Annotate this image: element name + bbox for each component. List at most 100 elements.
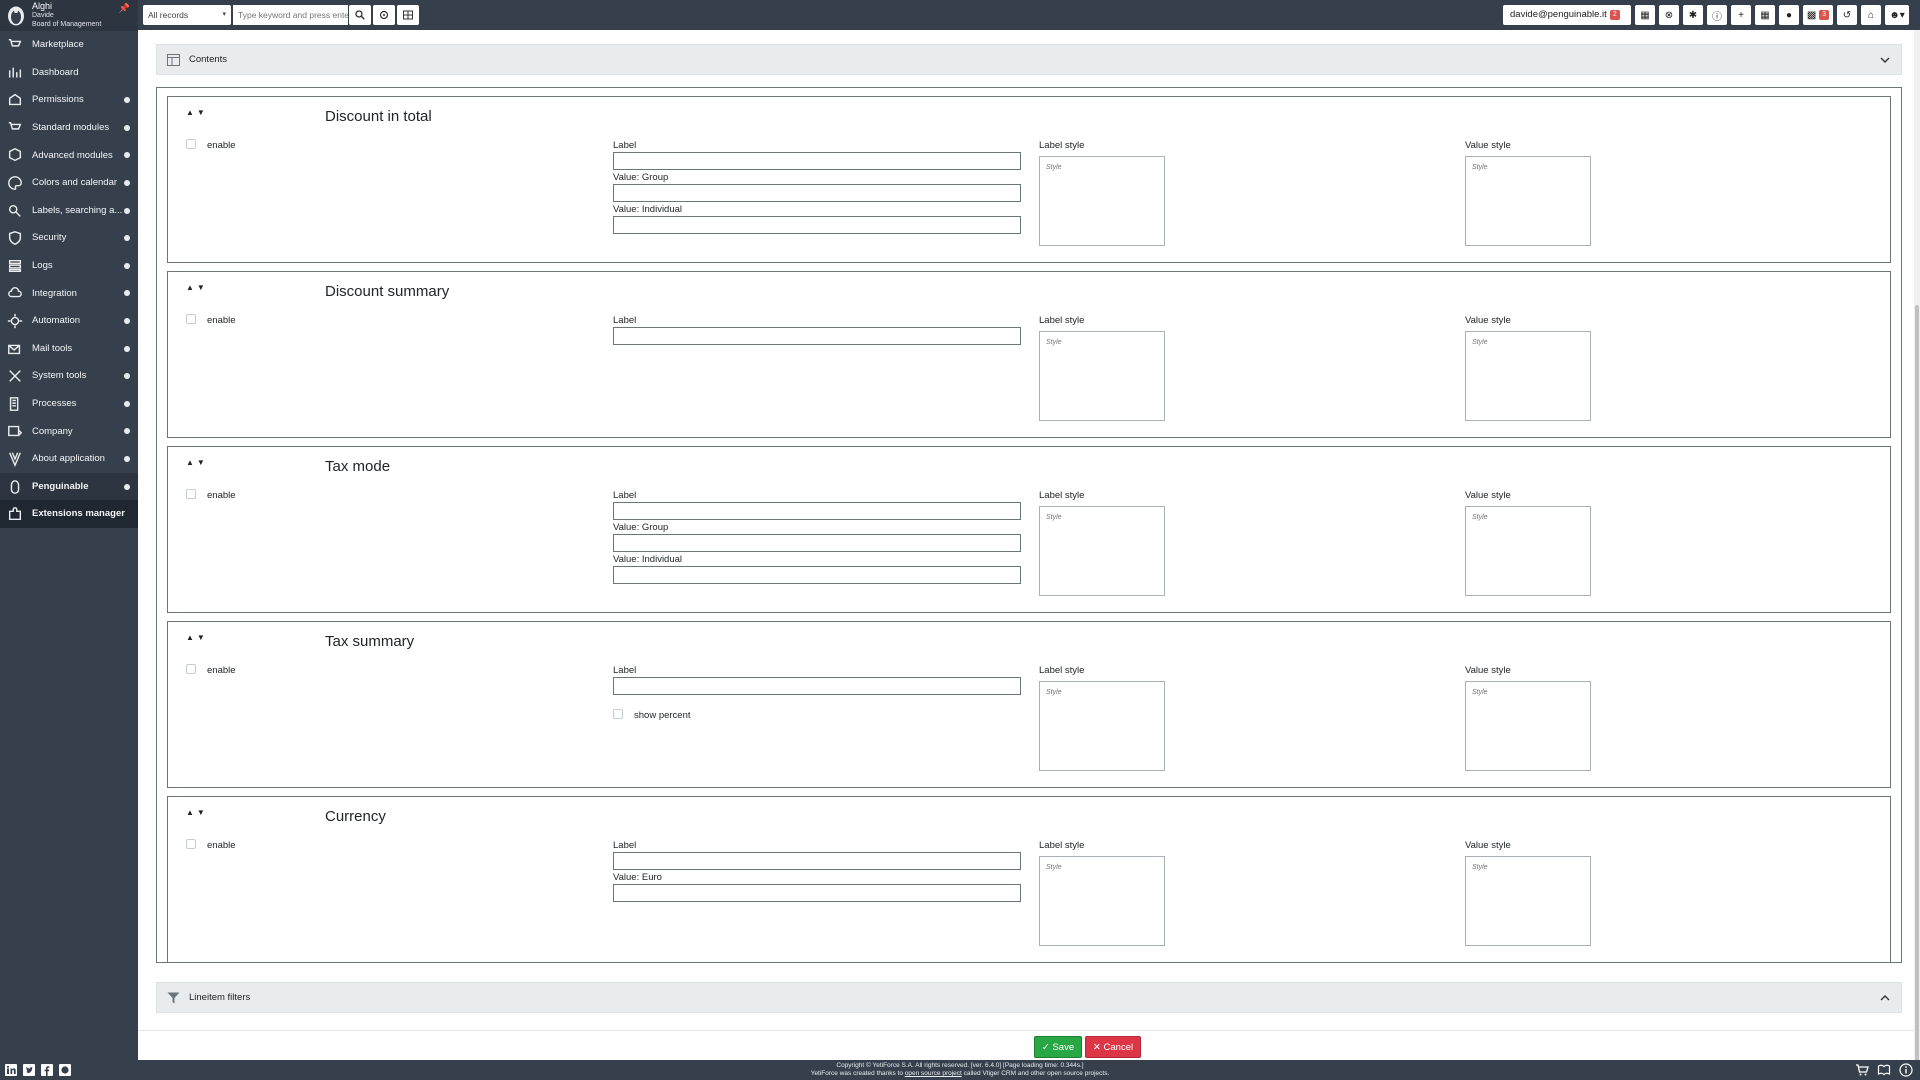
sidebar-item-integration[interactable]: Integration [0,279,138,307]
chevron-down-icon[interactable] [1879,54,1891,66]
contents-block-header[interactable]: Contents [156,44,1902,75]
field-input[interactable] [613,884,1021,902]
search-button[interactable] [349,5,371,25]
field-input[interactable] [613,852,1021,870]
value-style-textarea[interactable] [1465,681,1591,771]
sidebar-item-penguinable[interactable]: Penguinable [0,472,138,501]
yeti-icon [9,452,21,467]
enable-checkbox-row[interactable]: enable [186,489,236,501]
scrollbar-thumb[interactable] [1915,305,1919,1080]
arrow-up-icon[interactable]: ▲ [186,283,197,292]
sidebar-item-advanced-modules[interactable]: Advanced modules [0,141,138,169]
enable-checkbox-row[interactable]: enable [186,664,236,676]
grid-search-button[interactable] [397,5,419,25]
reorder-arrows[interactable]: ▲▼ [186,458,208,467]
sidebar-item-label: Standard modules [32,122,110,134]
value-style-textarea[interactable] [1465,331,1591,421]
enable-checkbox[interactable] [186,139,196,149]
open-source-link[interactable]: open source project [905,1070,962,1077]
enable-checkbox-row[interactable]: enable [186,139,236,151]
arrow-up-icon[interactable]: ▲ [186,808,197,817]
reorder-arrows[interactable]: ▲▼ [186,633,208,642]
label-style-textarea[interactable] [1039,856,1165,946]
arrow-down-icon[interactable]: ▼ [197,108,208,117]
arrow-up-icon[interactable]: ▲ [186,108,197,117]
notifications-button[interactable]: ● [1779,5,1799,25]
field-input[interactable] [613,152,1021,170]
sidebar-item-logs[interactable]: Logs [0,252,138,280]
arrow-down-icon[interactable]: ▼ [197,458,208,467]
sidebar-item-permissions[interactable]: Permissions [0,86,138,114]
field-input[interactable] [613,534,1021,552]
label-style-textarea[interactable] [1039,331,1165,421]
sidebar-item-about-application[interactable]: About application [0,445,138,473]
label-style-textarea[interactable] [1039,156,1165,246]
advanced-search-button[interactable] [373,5,395,25]
arrow-down-icon[interactable]: ▼ [197,283,208,292]
enable-checkbox[interactable] [186,839,196,849]
label-style-textarea[interactable] [1039,681,1165,771]
history-button[interactable]: ↺ [1837,5,1857,25]
info-icon[interactable] [1899,1063,1913,1077]
info-button[interactable]: ⓘ [1707,5,1727,25]
sidebar-item-processes[interactable]: Processes [0,390,138,418]
notes-button[interactable]: ▦ [1755,5,1775,25]
sidebar-item-marketplace[interactable]: Marketplace [0,31,138,59]
field-input[interactable] [613,184,1021,202]
enable-checkbox[interactable] [186,314,196,324]
cart-icon[interactable] [1855,1063,1869,1077]
search-input[interactable] [233,5,348,25]
sidebar-item-labels-searching-a[interactable]: Labels, searching a... [0,197,138,225]
show-percent-row[interactable]: show percent [613,709,691,721]
book-icon[interactable] [1877,1063,1891,1077]
sidebar-item-mail-tools[interactable]: Mail tools [0,335,138,363]
arrow-down-icon[interactable]: ▼ [197,633,208,642]
sidebar-item-automation[interactable]: Automation [0,307,138,335]
value-style-textarea[interactable] [1465,156,1591,246]
arrow-down-icon[interactable]: ▼ [197,808,208,817]
save-button[interactable]: ✓ Save [1034,1036,1082,1058]
field-input[interactable] [613,327,1021,345]
quick-create-button[interactable]: + [1731,5,1751,25]
pin-icon[interactable]: 📌 [119,3,130,14]
arrow-up-icon[interactable]: ▲ [186,633,197,642]
reorder-arrows[interactable]: ▲▼ [186,108,208,117]
home-button[interactable]: ⌂ [1861,5,1881,25]
field-input[interactable] [613,502,1021,520]
chevron-up-icon[interactable] [1879,992,1891,1004]
scrollbar-track[interactable] [1914,30,1920,1080]
user-panel[interactable]: Alghi Davide Board of Management 📌 [0,0,138,31]
value-style-textarea[interactable] [1465,506,1591,596]
records-select[interactable]: All records ▾ [143,5,231,25]
arrow-up-icon[interactable]: ▲ [186,458,197,467]
bug-button[interactable]: ✱ [1683,5,1703,25]
show-percent-checkbox[interactable] [613,709,623,719]
sidebar-item-colors-and-calendar[interactable]: Colors and calendar [0,169,138,197]
calendar-button[interactable]: ▩ 3 [1803,5,1833,25]
user-email-button[interactable]: davide@penguinable.it 2 [1503,5,1631,25]
cancel-button[interactable]: ✕ Cancel [1085,1036,1141,1058]
sidebar-item-security[interactable]: Security [0,224,138,252]
field-input[interactable] [613,566,1021,584]
label-style-textarea[interactable] [1039,506,1165,596]
enable-checkbox-row[interactable]: enable [186,839,236,851]
sidebar-item-system-tools[interactable]: System tools [0,362,138,390]
reorder-arrows[interactable]: ▲▼ [186,283,208,292]
user-menu-button[interactable]: ☻▾ [1885,5,1909,25]
sidebar-item-standard-modules[interactable]: Standard modules [0,114,138,142]
caret-down-icon: ▾ [222,11,226,18]
sidebar-item-extensions-manager[interactable]: Extensions manager [0,500,138,528]
field-input[interactable] [613,216,1021,234]
field-input[interactable] [613,677,1021,695]
enable-checkbox-row[interactable]: enable [186,314,236,326]
value-style-textarea[interactable] [1465,856,1591,946]
address-book-button[interactable]: ▦ [1635,5,1655,25]
enable-checkbox[interactable] [186,489,196,499]
sidebar-item-company[interactable]: Company [0,417,138,445]
label-style-title: Label style [1039,665,1085,676]
sidebar-item-dashboard[interactable]: Dashboard [0,59,138,87]
enable-checkbox[interactable] [186,664,196,674]
reorder-arrows[interactable]: ▲▼ [186,808,208,817]
support-button[interactable]: ⊗ [1659,5,1679,25]
lineitem-filters-header[interactable]: Lineitem filters [156,982,1902,1013]
